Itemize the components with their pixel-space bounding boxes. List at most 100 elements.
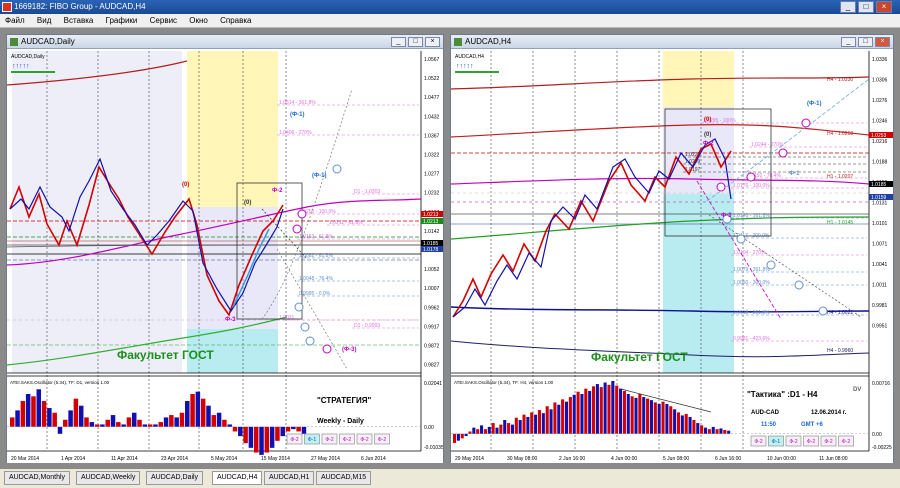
oscillator-bar (131, 412, 137, 427)
oscillator-bar (549, 409, 553, 434)
maximize-icon[interactable]: □ (858, 1, 874, 13)
tab-audcad-daily[interactable]: AUDCAD,Daily (146, 471, 204, 485)
daily-restore-icon[interactable]: □ (408, 37, 423, 47)
h4-window-title: AUDCAD,H4 (465, 37, 512, 46)
oscillator-bar (653, 402, 657, 434)
fibo-zone-lavender (187, 207, 278, 329)
oscillator-bar (584, 388, 588, 434)
menu-tools[interactable]: Сервис (145, 14, 182, 28)
oscillator-bar (649, 400, 653, 434)
osc-axis-tick: 0.00 (424, 425, 434, 431)
phi-button-label: Ф-1 (772, 439, 780, 445)
h4-chart-window[interactable]: AUDCAD,H4 _ □ × 1.0295 - 100% 1.0244 - 27… (450, 34, 894, 463)
fibo-level-label: 1.0104 - 270% (733, 250, 766, 256)
h4-close-icon[interactable]: × (875, 37, 890, 47)
menu-view[interactable]: Вид (32, 14, 56, 28)
price-axis-tick: 1.0367 (424, 133, 440, 139)
phi-wave-label: (Ф-1) (312, 173, 326, 179)
h4-chart-svg[interactable]: 1.0295 - 100%1.0244 - 270%1.02251.02091.… (451, 49, 893, 463)
osc-axis-tick: -0.00225 (872, 445, 892, 451)
app-titlebar: 1669182: FIBO Group - AUDCAD,H4 _ □ × (0, 0, 900, 14)
oscillator-bar (553, 402, 557, 434)
strategy-text: GMT +6 (801, 422, 824, 428)
menu-insert[interactable]: Вставка (59, 14, 99, 28)
oscillator-bar (453, 433, 457, 443)
oscillator-bar (269, 426, 275, 448)
tab-audcad-m15[interactable]: AUDCAD,M15 (316, 471, 372, 485)
mdi-workspace: AUDCAD,Daily _ □ × 1.0514 - 361.8% 1.0406… (0, 28, 900, 468)
menu-help[interactable]: Справка (215, 14, 256, 28)
price-axis-tick: 1.0007 (424, 286, 440, 292)
tab-audcad-h1[interactable]: AUDCAD,H1 (264, 471, 315, 485)
oscillator-bar (31, 396, 36, 427)
watermark-text: Факультет ГОСТ (117, 348, 214, 362)
phi-button-label: Ф-1 (308, 437, 316, 443)
minimize-icon[interactable]: _ (840, 1, 856, 13)
oscillator-bar (206, 405, 211, 427)
oscillator-bar (580, 393, 584, 434)
fibo-target-circle (736, 234, 746, 244)
phi-button-label: Ф-2 (789, 439, 797, 445)
phi-button-label: Ф-2 (807, 439, 815, 445)
oscillator-bar (41, 401, 47, 427)
phi-wave-label: Ф-3 (721, 213, 732, 219)
fibo-level-label: 1.0018 - 361.8% (733, 310, 770, 316)
daily-minimize-icon[interactable]: _ (391, 37, 406, 47)
oscillator-bar (619, 388, 623, 434)
daily-chart[interactable]: 1.0514 - 361.8% 1.0406 - 270% 1.0250 - 100… (7, 49, 443, 463)
oscillator-bar (630, 396, 634, 434)
h4-restore-icon[interactable]: □ (858, 37, 873, 47)
price-axis-tick: 1.0567 (424, 57, 440, 63)
fibo-level-label: 1.0514 - 361.8% (279, 100, 316, 106)
tab-audcad-monthly[interactable]: AUDCAD,Monthly (4, 471, 71, 485)
oscillator-bar (611, 380, 615, 434)
menu-charts[interactable]: Графики (101, 14, 143, 28)
fibo-level-label: 1.0048 - 76.4% (299, 276, 333, 282)
fibo-target-circle (297, 209, 307, 219)
app-logo-icon (2, 2, 12, 12)
oscillator-bar (626, 393, 630, 434)
menu-file[interactable]: Файл (0, 14, 30, 28)
phi-wave-label: Ф-3 (225, 317, 236, 323)
watermark-text: Факультет ГОСТ (591, 350, 688, 364)
price-axis-tick: 1.0052 (424, 267, 440, 273)
daily-chart-window[interactable]: AUDCAD,Daily _ □ × 1.0514 - 361.8% 1.0406… (6, 34, 444, 463)
oscillator-bar (530, 412, 534, 434)
time-axis-tick: 6 Jun 2014 (361, 456, 386, 462)
daily-chart-svg[interactable]: 1.0514 - 361.8%1.0406 - 270%1.0250 - 100… (7, 49, 443, 463)
daily-window-titlebar[interactable]: AUDCAD,Daily _ □ × (7, 35, 443, 49)
oscillator-bar (537, 410, 542, 434)
fibo-target-circle (332, 164, 342, 174)
oscillator-bar (126, 417, 132, 427)
tab-audcad-h4[interactable]: AUDCAD,H4 (212, 471, 263, 485)
h4-chart[interactable]: 1.0295 - 100% 1.0244 - 270% 1.0225 1.0209 1.… (451, 49, 893, 463)
phi-button-label: Ф-2 (343, 437, 351, 443)
trend-arrows-icon: ↑↑↑↑↑ (456, 63, 474, 70)
phi-wave-label: Ф-2 (272, 188, 283, 194)
price-axis-tick: 1.0306 (872, 78, 888, 84)
oscillator-bar (703, 427, 708, 434)
oscillator-bar (25, 394, 31, 427)
daily-close-icon[interactable]: × (425, 37, 440, 47)
tab-audcad-weekly[interactable]: AUDCAD,Weekly (76, 471, 141, 485)
time-axis-tick: 1 Apr 2014 (61, 456, 85, 462)
osc-axis-tick: -0.01035 (424, 445, 443, 451)
oscillator-bar (727, 430, 731, 434)
level-label: H4 - 1.0330 (827, 77, 853, 83)
h4-minimize-icon[interactable]: _ (841, 37, 856, 47)
fibo-level-label: 1.0211 - 61.8% (329, 220, 363, 226)
osc-axis-tick: 0.00716 (872, 381, 890, 387)
oscillator-bar (661, 401, 665, 434)
price-axis-tick: 0.9872 (424, 344, 440, 350)
chart-window-icon (10, 38, 18, 46)
oscillator-title: ATEI.SAKS.Oscillator (5.34), TF: D1, ver… (10, 380, 110, 385)
oscillator-bar (253, 426, 259, 453)
close-icon[interactable]: × (876, 1, 892, 13)
oscillator-bar (110, 415, 116, 427)
phi-wave-label: (0) (704, 117, 711, 123)
menu-window[interactable]: Окно (184, 14, 213, 28)
h4-window-titlebar[interactable]: AUDCAD,H4 _ □ × (451, 35, 893, 49)
fibo-target-circle (716, 182, 726, 192)
oscillator-bar (216, 412, 222, 427)
phi-button-label: Ф-2 (290, 437, 298, 443)
